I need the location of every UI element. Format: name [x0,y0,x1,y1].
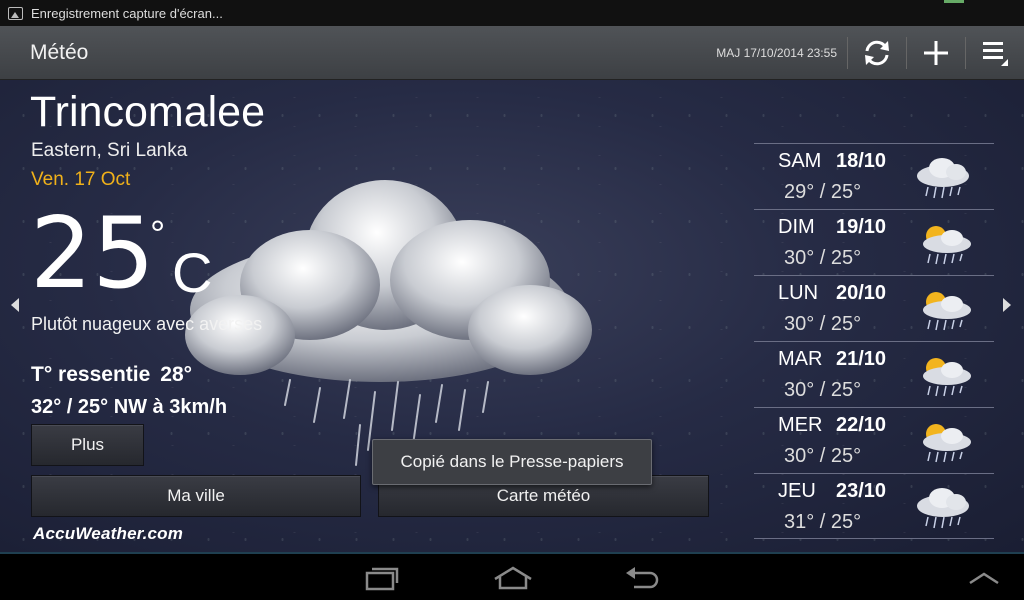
forecast-row[interactable]: SAM 18/10 29° / 25° [754,143,994,209]
status-indicator [944,0,964,3]
refresh-button[interactable] [848,26,906,80]
last-updated: MAJ 17/10/2014 23:55 [716,45,837,60]
feels-like-label: T° ressentie [31,363,151,386]
degree-symbol: ° [150,214,166,256]
add-city-button[interactable] [907,26,965,80]
forecast-row[interactable]: LUN 20/10 30° / 25° [754,275,994,341]
home-button[interactable] [483,558,543,598]
back-arrow-icon [626,567,659,589]
temperature-unit: C [172,241,213,304]
forecast-day: SAM [778,150,822,172]
sun-cloud-rain-icon [923,424,971,463]
sun-cloud-rain-icon [923,358,971,397]
forecast-date: 19/10 [836,216,887,238]
forecast-day: LUN [778,282,819,304]
clipboard-toast: Copié dans le Presse-papiers [372,439,652,485]
feels-like: T° ressentie 28° [31,363,192,387]
weather-condition: Plutôt nuageux avec averses [31,314,263,334]
previous-city-arrow-icon[interactable] [11,298,19,312]
forecast-temps: 30° / 25° [784,247,862,269]
expand-button[interactable] [954,558,1014,598]
forecast-temps: 30° / 25° [784,379,862,401]
forecast-row[interactable]: MAR 21/10 30° / 25° [754,341,994,407]
status-bar: Enregistrement capture d'écran... [0,0,1024,26]
forecast-temps: 29° / 25° [784,181,862,203]
accuweather-logo[interactable]: AccuWeather.com [33,524,183,544]
forecast-row[interactable]: MER 22/10 30° / 25° [754,407,994,473]
forecast-row[interactable]: JEU 23/10 31° / 25° [754,473,994,539]
forecast-date: 20/10 [836,282,887,304]
back-button[interactable] [612,558,672,598]
city-name: Trincomalee [30,88,265,136]
home-icon [494,566,532,590]
current-temperature: 25 [30,197,155,311]
minmax-wind: 32° / 25° NW à 3km/h [31,396,228,418]
chevron-up-icon [969,572,999,585]
forecast-date: 23/10 [836,480,887,502]
sun-cloud-rain-icon [923,292,971,331]
cloud-rain-icon [917,488,969,529]
system-navigation-bar [0,552,1024,600]
forecast-temps: 31° / 25° [784,511,862,533]
forecast-temps: 30° / 25° [784,445,862,467]
app-title: Météo [30,40,89,64]
my-city-button[interactable]: Ma ville [31,475,361,517]
sun-cloud-rain-icon [923,226,971,265]
forecast-date: 21/10 [836,348,887,370]
forecast-temps: 30° / 25° [784,313,862,335]
forecast-day: MER [778,414,823,436]
recent-apps-icon [365,567,399,591]
notification-text: Enregistrement capture d'écran... [31,5,223,21]
forecast-row[interactable]: DIM 19/10 30° / 25° [754,209,994,275]
more-button[interactable]: Plus [31,424,144,466]
recent-apps-button[interactable] [352,558,412,598]
forecast-day: DIM [778,216,815,238]
cloud-rain-icon [917,158,969,199]
forecast-date: 18/10 [836,150,887,172]
forecast-date: 22/10 [836,414,887,436]
plus-icon [924,40,948,65]
action-bar: Météo MAJ 17/10/2014 23:55 [0,26,1024,80]
current-date: Ven. 17 Oct [31,169,131,190]
forecast-list: SAM 18/10 29° / 25° DIM 19/10 30° / 25° … [754,143,994,539]
feels-like-value: 28° [160,363,193,386]
region-name: Eastern, Sri Lanka [31,140,188,161]
menu-icon [983,41,1008,66]
forecast-day: MAR [778,348,823,370]
image-notification-icon [8,6,23,20]
forecast-day: JEU [778,480,816,502]
menu-button[interactable] [966,26,1024,80]
refresh-icon [865,40,889,65]
next-city-arrow-icon[interactable] [1003,298,1011,312]
